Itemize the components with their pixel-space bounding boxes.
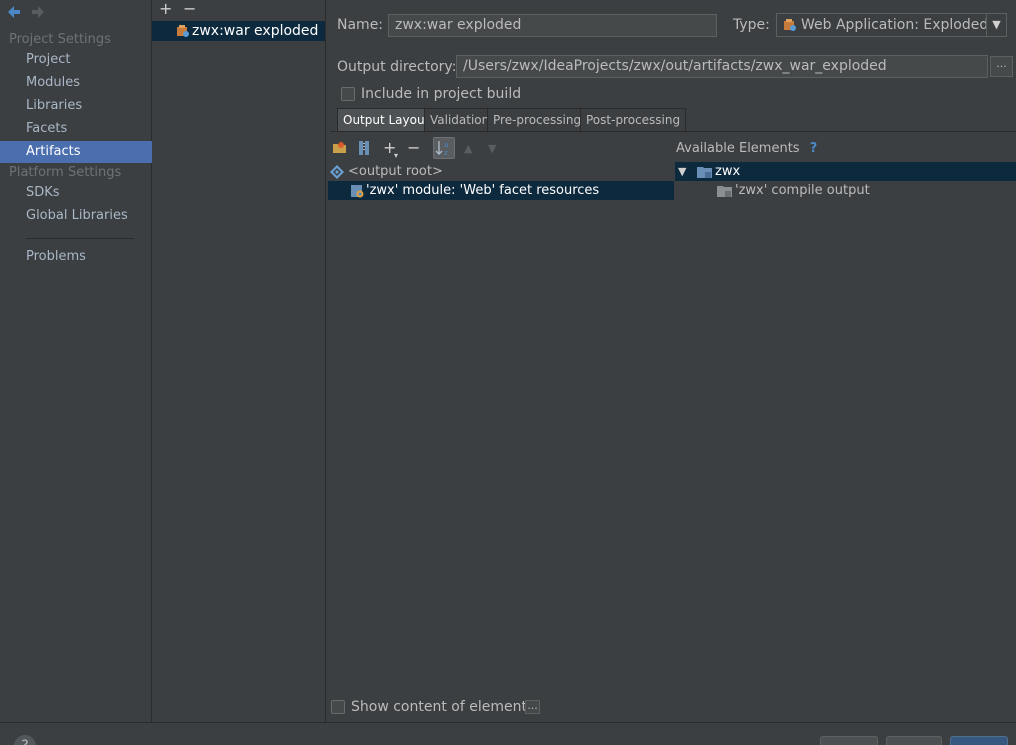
apply-button[interactable]: [886, 736, 942, 745]
add-artifact-button[interactable]: +: [159, 1, 172, 17]
layout-tree-item[interactable]: 'zwx' module: 'Web' facet resources: [328, 181, 674, 200]
available-elements-title: Available Elements: [676, 141, 800, 156]
project-settings-header: Project Settings: [9, 32, 111, 47]
show-content-options-button[interactable]: ...: [525, 700, 540, 714]
nav-item-project[interactable]: Project: [0, 49, 152, 71]
platform-settings-header: Platform Settings: [9, 165, 122, 180]
nav-item-sdks[interactable]: SDKs: [0, 182, 152, 204]
ok-button[interactable]: [950, 736, 1008, 745]
artifact-list-panel: + − zwx:war exploded: [152, 0, 326, 722]
move-up-icon[interactable]: ▲: [464, 142, 472, 155]
layout-tree-item-label: 'zwx' module: 'Web' facet resources: [366, 183, 600, 198]
type-select[interactable]: Web Application: Exploded ▼: [776, 13, 1007, 37]
cancel-button[interactable]: [820, 736, 878, 745]
nav-item-problems[interactable]: Problems: [0, 246, 152, 268]
nav-item-modules[interactable]: Modules: [0, 72, 152, 94]
web-app-icon: [784, 19, 796, 31]
tab-output-layout[interactable]: Output Layout: [337, 108, 436, 132]
sort-toggle-button[interactable]: a z: [433, 137, 455, 159]
dropdown-arrow-icon[interactable]: ▼: [986, 14, 1006, 36]
nav-item-facets[interactable]: Facets: [0, 118, 152, 140]
compile-output-folder-icon: [717, 186, 732, 197]
svg-text:a: a: [444, 141, 448, 149]
expand-triangle-icon[interactable]: ▼: [678, 162, 686, 181]
output-directory-label: Output directory:: [337, 59, 457, 75]
help-icon[interactable]: ?: [810, 141, 818, 156]
forward-arrow-icon[interactable]: [30, 4, 46, 20]
available-tree-item[interactable]: 'zwx' compile output: [675, 181, 1016, 200]
type-select-value: Web Application: Exploded: [801, 17, 989, 33]
sort-az-icon: a z: [435, 141, 448, 157]
tab-post-processing[interactable]: Post-processing: [580, 108, 687, 132]
tab-pre-processing[interactable]: Pre-processing: [487, 108, 588, 132]
include-in-build-label[interactable]: Include in project build: [361, 86, 521, 102]
output-root-node[interactable]: <output root>: [328, 162, 674, 181]
new-folder-icon[interactable]: [332, 140, 348, 156]
svg-text:z: z: [444, 149, 448, 157]
archive-icon[interactable]: [357, 140, 371, 156]
output-root-icon: [330, 165, 344, 179]
nav-divider: [26, 238, 134, 239]
web-facet-icon: [351, 185, 364, 198]
war-artifact-icon: [177, 25, 189, 37]
available-module-node[interactable]: ▼ zwx: [675, 162, 1016, 181]
tab-divider: [330, 131, 1016, 132]
nav-item-artifacts[interactable]: Artifacts: [0, 141, 152, 163]
artifact-list-item-label: zwx:war exploded: [192, 23, 319, 39]
remove-artifact-button[interactable]: −: [183, 1, 196, 17]
available-tree-item-label: 'zwx' compile output: [735, 183, 870, 198]
module-folder-icon: [697, 167, 712, 178]
nav-item-global-libraries[interactable]: Global Libraries: [0, 205, 152, 227]
available-elements-header: Available Elements ?: [676, 141, 817, 156]
tab-validation[interactable]: Validation: [424, 108, 496, 132]
available-module-label: zwx: [715, 164, 741, 179]
output-directory-field[interactable]: /Users/zwx/IdeaProjects/zwx/out/artifact…: [456, 55, 988, 78]
nav-item-libraries[interactable]: Libraries: [0, 95, 152, 117]
name-field[interactable]: zwx:war exploded: [388, 14, 717, 37]
remove-element-button[interactable]: −: [407, 140, 420, 156]
type-label: Type:: [733, 17, 770, 33]
include-in-build-checkbox[interactable]: [341, 87, 355, 101]
show-content-checkbox[interactable]: [331, 700, 345, 714]
move-down-icon[interactable]: ▼: [488, 142, 496, 155]
show-content-label[interactable]: Show content of elements: [351, 699, 534, 715]
name-label: Name:: [337, 17, 384, 33]
dropdown-small-icon: ▾: [394, 151, 399, 160]
back-arrow-icon[interactable]: [6, 4, 22, 20]
output-root-label: <output root>: [348, 164, 443, 179]
settings-nav-panel: Project Settings Project Modules Librari…: [0, 0, 152, 722]
browse-directory-button[interactable]: ...: [990, 56, 1013, 77]
artifact-list-item[interactable]: zwx:war exploded: [152, 21, 325, 41]
